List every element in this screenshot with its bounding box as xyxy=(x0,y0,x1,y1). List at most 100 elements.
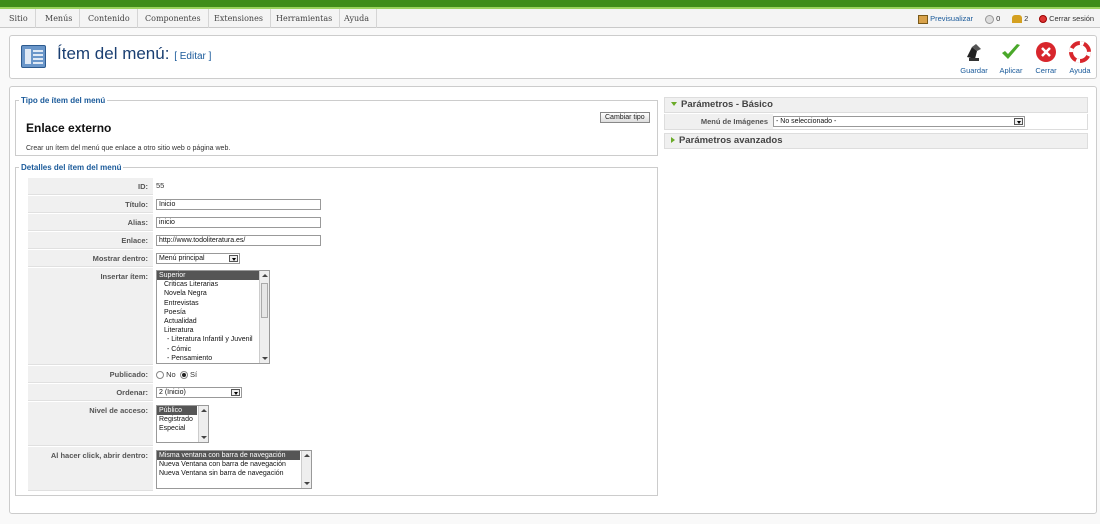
show-in-row: Mostrar dentro: Menú principal xyxy=(28,250,653,268)
id-label-cell: ID: xyxy=(28,178,153,195)
menu-contenido[interactable]: Contenido xyxy=(81,9,138,28)
menu-extensiones[interactable]: Extensiones xyxy=(207,9,271,28)
list-item[interactable]: Novela Negra xyxy=(157,289,269,298)
lifebuoy-icon xyxy=(1069,41,1091,63)
browser-nav-listbox-scrollbar[interactable] xyxy=(301,451,311,488)
order-label: Ordenar: xyxy=(116,388,148,397)
help-label: Ayuda xyxy=(1069,66,1091,75)
title-label-cell: Título: xyxy=(28,196,153,213)
save-label: Guardar xyxy=(960,66,988,75)
published-row: Publicado: No Sí xyxy=(28,366,653,384)
id-value: 55 xyxy=(156,181,165,190)
alias-input[interactable]: inicio xyxy=(156,217,321,228)
alias-row: Alias: inicio xyxy=(28,214,653,232)
list-item[interactable]: Actualidad xyxy=(157,317,269,326)
published-no-radio[interactable] xyxy=(156,371,164,380)
list-item[interactable]: - Pensamiento xyxy=(157,354,269,363)
save-button[interactable]: Guardar xyxy=(954,41,994,75)
list-item[interactable]: Superior xyxy=(157,271,269,281)
title-input[interactable]: Inicio xyxy=(156,199,321,210)
logout-label: Cerrar sesión xyxy=(1049,14,1095,23)
list-item[interactable]: Poesía xyxy=(157,308,269,317)
params-basic-header[interactable]: Parámetros - Básico xyxy=(664,97,1088,113)
list-item[interactable]: Nueva Ventana sin barra de navegación xyxy=(157,469,311,478)
menu-ayuda[interactable]: Ayuda xyxy=(337,9,378,28)
link-label-cell: Enlace: xyxy=(28,232,153,249)
published-yes-radio[interactable] xyxy=(179,371,188,380)
menu-sitio[interactable]: Sitio xyxy=(2,9,36,28)
help-button[interactable]: Ayuda xyxy=(1060,41,1100,75)
link-label: Enlace: xyxy=(121,236,148,245)
change-type-button[interactable]: Cambiar tipo xyxy=(600,112,650,123)
order-value: 2 (Inicio) xyxy=(159,389,186,396)
parent-listbox-scrollbar[interactable] xyxy=(259,271,269,363)
params-advanced-header[interactable]: Parámetros avanzados xyxy=(664,133,1088,149)
published-no-label: No xyxy=(166,370,176,379)
access-label-cell: Nivel de acceso: xyxy=(28,402,153,446)
id-row: ID: 55 xyxy=(28,178,653,196)
apply-button[interactable]: Aplicar xyxy=(991,41,1031,75)
parent-listbox[interactable]: Superior Criticas Literarias Novela Negr… xyxy=(156,270,270,364)
list-item[interactable]: Nueva Ventana con barra de navegación xyxy=(157,460,311,469)
parent-label-cell: Insertar ítem: xyxy=(28,268,153,365)
show-in-label: Mostrar dentro: xyxy=(92,254,148,263)
list-item[interactable]: Misma ventana con barra de navegación xyxy=(157,451,300,461)
close-icon xyxy=(1036,42,1056,62)
list-item[interactable]: Criticas Literarias xyxy=(157,280,269,289)
params-advanced-title: Parámetros avanzados xyxy=(679,135,783,146)
menu-type-description: Crear un ítem del menú que enlace a otro… xyxy=(26,145,231,152)
menu-image-row: Menú de Imágenes - No seleccionado - xyxy=(664,114,1088,130)
order-select[interactable]: 2 (Inicio) xyxy=(156,387,242,398)
chevron-right-icon xyxy=(671,137,675,144)
preview-link[interactable]: Previsualizar xyxy=(918,9,973,28)
users-icon xyxy=(1012,15,1022,24)
scroll-thumb[interactable] xyxy=(261,283,268,318)
save-icon xyxy=(967,44,981,61)
chevron-down-icon xyxy=(231,389,240,396)
list-item[interactable]: - Cómic xyxy=(157,345,269,354)
order-row: Ordenar: 2 (Inicio) xyxy=(28,384,653,402)
page-title-text: Ítem del menú: xyxy=(57,44,170,63)
browser-nav-listbox[interactable]: Misma ventana con barra de navegación Nu… xyxy=(156,450,312,489)
details-legend: Detalles del ítem del menú xyxy=(21,163,122,172)
chevron-down-icon xyxy=(671,102,677,107)
browser-nav-row: Al hacer click, abrir dentro: Misma vent… xyxy=(28,447,653,492)
access-listbox-scrollbar[interactable] xyxy=(198,406,208,442)
messages-count: 0 xyxy=(996,14,1001,23)
show-in-value: Menú principal xyxy=(159,255,205,262)
link-input[interactable]: http://www.todoliteratura.es/ xyxy=(156,235,321,246)
logout-link[interactable]: Cerrar sesión xyxy=(1039,9,1094,28)
apply-label: Aplicar xyxy=(999,66,1023,75)
menu-type-legend: Tipo de ítem del menú xyxy=(21,96,106,105)
show-in-label-cell: Mostrar dentro: xyxy=(28,250,153,267)
published-label: Publicado: xyxy=(109,370,148,379)
menu-menus[interactable]: Menús xyxy=(38,9,81,28)
menu-image-value: - No seleccionado - xyxy=(776,118,837,125)
published-yes-label: Sí xyxy=(189,370,198,379)
menu-image-select[interactable]: - No seleccionado - xyxy=(773,116,1025,127)
page-title: Ítem del menú: [ Editar ] xyxy=(57,44,211,64)
menu-componentes[interactable]: Componentes xyxy=(138,9,209,28)
main-panel: Tipo de ítem del menú Enlace externo Cre… xyxy=(9,86,1097,514)
menu-type-name: Enlace externo xyxy=(26,121,112,135)
preview-icon xyxy=(918,14,928,24)
messages-status[interactable]: 0 xyxy=(985,9,1000,28)
top-brand-bar xyxy=(0,0,1100,9)
preview-label: Previsualizar xyxy=(930,14,974,23)
title-row: Título: Inicio xyxy=(28,196,653,214)
menu-herramientas[interactable]: Herramientas xyxy=(269,9,341,28)
title-label: Título: xyxy=(125,200,148,209)
access-row: Nivel de acceso: Público Registrado Espe… xyxy=(28,402,653,447)
access-listbox[interactable]: Público Registrado Especial xyxy=(156,405,209,443)
chevron-down-icon xyxy=(1014,118,1023,125)
list-item[interactable]: - Literatura Infantil y Juvenil xyxy=(157,335,269,344)
list-item[interactable]: Público xyxy=(157,406,197,416)
browser-nav-label: Al hacer click, abrir dentro: xyxy=(50,451,148,460)
checkmark-icon xyxy=(1002,44,1020,59)
list-item[interactable]: Entrevistas xyxy=(157,299,269,308)
users-status[interactable]: 2 xyxy=(1012,9,1028,28)
list-item[interactable]: Literatura xyxy=(157,326,269,335)
show-in-select[interactable]: Menú principal xyxy=(156,253,240,264)
order-label-cell: Ordenar: xyxy=(28,384,153,401)
published-label-cell: Publicado: xyxy=(28,366,153,383)
